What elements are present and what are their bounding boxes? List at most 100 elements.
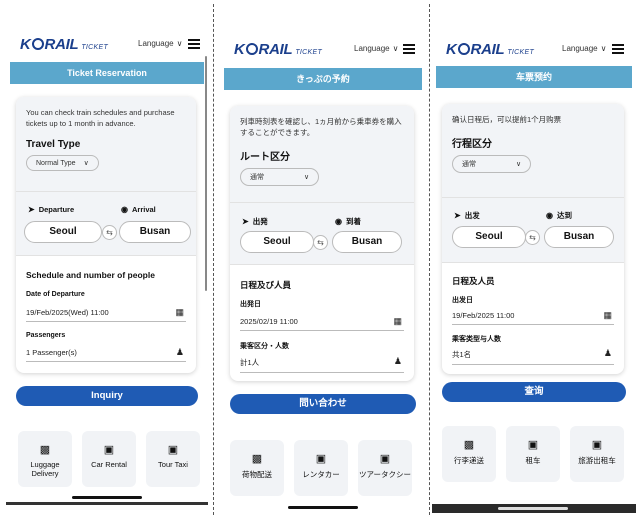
korail-logo: K RAIL TICKET <box>234 41 323 58</box>
chevron-down-icon: ∨ <box>392 44 399 53</box>
panel-english: K RAIL TICKET Language ∨ Ticket Reservation… <box>6 6 208 513</box>
route-section: ➤ 出发 ◉ 达到 Seoul ⇆ Busan <box>442 197 624 262</box>
page-banner: きっぷの予約 <box>224 68 422 90</box>
departure-station-button[interactable]: Seoul <box>24 221 102 243</box>
chevron-down-icon: ∨ <box>600 44 607 53</box>
korail-logo: K RAIL TICKET <box>446 41 535 58</box>
car-icon: ▣ <box>103 444 115 456</box>
passengers-label: 乘客类型与人数 <box>452 336 501 343</box>
intro-text: 列車時刻表を確認し、1ヵ月前から乗車券を購入することができます。 <box>240 117 402 137</box>
service-car-rental[interactable]: ▣ 租车 <box>506 426 560 482</box>
swap-icon[interactable]: ⇆ <box>102 225 117 240</box>
passengers-field[interactable]: 1 Passenger(s) ♟ <box>26 347 186 362</box>
schedule-title: 日程及人员 <box>452 276 495 286</box>
home-indicator <box>288 506 358 509</box>
passengers-label: 乗客区分・人数 <box>240 343 289 350</box>
taxi-icon: ▣ <box>591 439 603 451</box>
scrollbar[interactable] <box>205 56 207 291</box>
travel-type-section: 确认日程后，可以提前1个月购票 行程区分 通常 ∨ <box>442 104 624 197</box>
service-tour-taxi[interactable]: ▣ ツアータクシー <box>358 440 412 496</box>
arrival-label: ◉ 到着 <box>335 217 361 226</box>
swap-icon[interactable]: ⇆ <box>525 230 540 245</box>
date-field[interactable]: 2025/02/19 11:00 ▦ <box>240 316 404 331</box>
car-icon: ▣ <box>315 453 327 465</box>
chevron-down-icon: ∨ <box>176 39 183 48</box>
car-icon: ▣ <box>527 439 539 451</box>
reservation-card: You can check train schedules and purcha… <box>16 97 196 373</box>
arrival-label: ◉ Arrival <box>121 205 156 214</box>
service-luggage-delivery[interactable]: ▩ 行李递送 <box>442 426 496 482</box>
arrival-station-button[interactable]: Busan <box>544 226 614 248</box>
home-indicator <box>498 507 568 510</box>
intro-text: 确认日程后，可以提前1个月购票 <box>452 115 562 124</box>
date-field[interactable]: 19/Feb/2025 11:00 ▦ <box>452 310 614 325</box>
travel-type-title: 行程区分 <box>452 139 492 150</box>
service-tour-taxi[interactable]: ▣ Tour Taxi <box>146 431 200 487</box>
travel-type-section: 列車時刻表を確認し、1ヵ月前から乗車券を購入することができます。 ルート区分 通… <box>230 106 414 202</box>
calendar-icon: ▦ <box>603 310 612 320</box>
route-section: ➤ 出発 ◉ 到着 Seoul ⇆ Busan <box>230 202 414 264</box>
service-tour-taxi[interactable]: ▣ 旅游出租车 <box>570 426 624 482</box>
menu-icon[interactable] <box>403 44 415 54</box>
calendar-icon: ▦ <box>393 316 402 326</box>
passengers-field[interactable]: 計1人 ♟ <box>240 356 404 373</box>
arrival-station-button[interactable]: Busan <box>332 231 402 253</box>
inquiry-button[interactable]: 查询 <box>442 382 626 402</box>
passengers-field[interactable]: 共1名 ♟ <box>452 348 614 365</box>
plane-icon: ➤ <box>28 205 35 214</box>
luggage-icon: ▩ <box>39 444 51 456</box>
inquiry-button[interactable]: 問い合わせ <box>230 394 416 414</box>
service-car-rental[interactable]: ▣ Car Rental <box>82 431 136 487</box>
panel-separator <box>429 4 430 515</box>
stage: K RAIL TICKET Language ∨ Ticket Reservation… <box>0 0 642 519</box>
date-label: 出発日 <box>240 301 261 308</box>
panel-separator <box>213 4 214 515</box>
luggage-icon: ▩ <box>251 453 263 465</box>
reservation-card: 确认日程后，可以提前1个月购票 行程区分 通常 ∨ ➤ 出发 ◉ 达到 Seoul ⇆… <box>442 104 624 374</box>
person-icon: ♟ <box>175 347 184 357</box>
swap-icon[interactable]: ⇆ <box>313 235 328 250</box>
departure-station-button[interactable]: Seoul <box>452 226 526 248</box>
travel-type-select[interactable]: Normal Type ∨ <box>26 155 99 171</box>
date-label: 出发日 <box>452 297 473 304</box>
intro-text: You can check train schedules and purcha… <box>26 108 175 128</box>
bottom-bar <box>6 502 208 505</box>
home-indicator <box>72 496 142 499</box>
plane-icon: ➤ <box>454 211 461 220</box>
menu-icon[interactable] <box>612 44 624 54</box>
travel-type-select[interactable]: 通常 ∨ <box>240 168 320 186</box>
korail-logo: K RAIL TICKET <box>20 36 109 53</box>
location-pin-icon: ◉ <box>335 217 342 226</box>
departure-station-button[interactable]: Seoul <box>240 231 314 253</box>
panel-chinese: K RAIL TICKET Language ∨ 车票预约 确认日程后，可以提前1个月… <box>432 6 636 513</box>
service-luggage-delivery[interactable]: ▩ Luggage Delivery <box>18 431 72 487</box>
departure-label: ➤ 出发 <box>454 211 480 220</box>
language-selector[interactable]: Language ∨ <box>562 44 606 53</box>
calendar-icon: ▦ <box>175 307 184 317</box>
schedule-title: 日程及び人員 <box>240 280 292 290</box>
schedule-section: 日程及人员 出发日 19/Feb/2025 11:00 ▦ 乘客类型与人数 共1名… <box>442 262 624 374</box>
travel-type-title: Travel Type <box>26 139 81 150</box>
service-car-rental[interactable]: ▣ レンタカー <box>294 440 348 496</box>
service-luggage-delivery[interactable]: ▩ 荷物配送 <box>230 440 284 496</box>
passengers-label: Passengers <box>26 332 66 339</box>
location-pin-icon: ◉ <box>546 211 553 220</box>
travel-type-select[interactable]: 通常 ∨ <box>452 155 532 173</box>
date-field[interactable]: 19/Feb/2025(Wed) 11:00 ▦ <box>26 307 186 322</box>
inquiry-button[interactable]: Inquiry <box>16 386 198 406</box>
route-section: ➤ Departure ◉ Arrival Seoul ⇆ Busan <box>16 191 196 255</box>
reservation-card: 列車時刻表を確認し、1ヵ月前から乗車券を購入することができます。 ルート区分 通… <box>230 106 414 381</box>
travel-type-section: You can check train schedules and purcha… <box>16 97 196 191</box>
arrival-station-button[interactable]: Busan <box>119 221 191 243</box>
taxi-icon: ▣ <box>167 444 179 456</box>
chevron-down-icon: ∨ <box>304 174 310 181</box>
page-banner: 车票预约 <box>436 66 632 88</box>
menu-icon[interactable] <box>188 39 200 49</box>
language-selector[interactable]: Language ∨ <box>138 39 182 48</box>
plane-icon: ➤ <box>242 217 249 226</box>
departure-label: ➤ 出発 <box>242 217 268 226</box>
language-selector[interactable]: Language ∨ <box>354 44 398 53</box>
schedule-section: Schedule and number of people Date of De… <box>16 255 196 373</box>
date-label: Date of Departure <box>26 291 85 298</box>
taxi-icon: ▣ <box>379 453 391 465</box>
